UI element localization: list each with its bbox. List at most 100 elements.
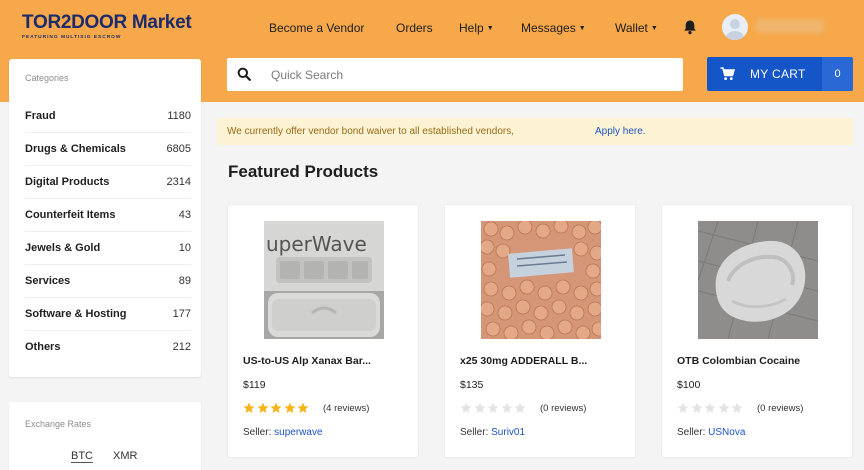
- seller-link[interactable]: superwave: [274, 427, 322, 438]
- category-name: Services: [25, 275, 71, 287]
- product-price: $119: [243, 379, 266, 391]
- vendor-bond-banner: We currently offer vendor bond waiver to…: [217, 118, 853, 145]
- category-item-drugs-chemicals[interactable]: Drugs & Chemicals 6805: [25, 133, 191, 166]
- review-count: (0 reviews): [757, 403, 804, 414]
- star-icon: [474, 402, 485, 413]
- bell-icon[interactable]: [683, 19, 697, 35]
- caret-down-icon: ▼: [578, 25, 586, 32]
- category-item-fraud[interactable]: Fraud 1180: [25, 100, 191, 133]
- cart-label: MY CART: [750, 67, 806, 81]
- category-item-jewels-gold[interactable]: Jewels & Gold 10: [25, 232, 191, 265]
- product-image-cocaine[interactable]: [698, 221, 818, 339]
- product-card[interactable]: uperWave US-to-US Alp Xanax Bar... $119 …: [227, 204, 419, 458]
- category-item-others[interactable]: Others 212: [25, 331, 191, 364]
- category-item-software-hosting[interactable]: Software & Hosting 177: [25, 298, 191, 331]
- product-image-xanax[interactable]: uperWave: [264, 221, 384, 339]
- caret-down-icon: ▼: [486, 25, 494, 32]
- username-blurred[interactable]: [756, 19, 824, 33]
- category-count: 10: [178, 242, 191, 254]
- nav-help[interactable]: Help ▼: [459, 21, 494, 35]
- star-icon: [243, 402, 255, 413]
- rating-stars: [677, 402, 745, 414]
- product-title[interactable]: US-to-US Alp Xanax Bar...: [243, 355, 371, 367]
- category-count: 43: [178, 209, 191, 221]
- featured-products-title: Featured Products: [228, 162, 379, 181]
- nav-orders[interactable]: Orders: [396, 21, 433, 35]
- category-item-digital-products[interactable]: Digital Products 2314: [25, 166, 191, 199]
- star-icon: [270, 402, 282, 413]
- nav-messages[interactable]: Messages ▼: [521, 21, 586, 35]
- nav-messages-label: Messages: [521, 21, 576, 35]
- star-icon: [718, 402, 729, 413]
- product-card[interactable]: x25 30mg ADDERALL B... $135 (0 reviews) …: [444, 204, 636, 458]
- category-count: 6805: [166, 143, 191, 155]
- rating-stars: [460, 402, 528, 414]
- search-input[interactable]: [271, 64, 671, 85]
- apply-here-link[interactable]: Apply here.: [595, 126, 646, 137]
- star-icon: [514, 402, 526, 413]
- exchange-rates-title: Exchange Rates: [25, 419, 92, 429]
- product-title[interactable]: x25 30mg ADDERALL B...: [460, 355, 587, 367]
- seller-label: Seller:: [460, 427, 489, 438]
- category-name: Digital Products: [25, 176, 110, 188]
- avatar-icon[interactable]: [722, 14, 748, 40]
- category-name: Fraud: [25, 110, 56, 122]
- star-icon: [691, 402, 702, 413]
- star-icon: [460, 402, 472, 413]
- product-title[interactable]: OTB Colombian Cocaine: [677, 355, 800, 367]
- nav-become-vendor[interactable]: Become a Vendor: [269, 21, 364, 35]
- seller-label: Seller:: [677, 427, 706, 438]
- star-icon: [257, 402, 268, 413]
- search-bar: [227, 58, 683, 91]
- category-count: 212: [172, 341, 191, 353]
- review-count: (4 reviews): [323, 403, 370, 414]
- banner-text: We currently offer vendor bond waiver to…: [227, 126, 515, 137]
- category-count: 177: [172, 308, 191, 320]
- categories-panel: Categories Fraud 1180 Drugs & Chemicals 68…: [9, 59, 201, 377]
- star-icon: [677, 402, 689, 413]
- product-image-text: uperWave: [266, 232, 367, 256]
- review-count: (0 reviews): [540, 403, 587, 414]
- category-item-services[interactable]: Services 89: [25, 265, 191, 298]
- category-item-counterfeit-items[interactable]: Counterfeit Items 43: [25, 199, 191, 232]
- product-price: $135: [460, 379, 484, 391]
- tab-xmr[interactable]: XMR: [113, 450, 137, 462]
- nav-wallet[interactable]: Wallet ▼: [615, 21, 658, 35]
- seller-link[interactable]: Suriv01: [491, 427, 525, 438]
- categories-title: Categories: [25, 73, 69, 83]
- nav-wallet-label: Wallet: [615, 21, 648, 35]
- category-name: Software & Hosting: [25, 308, 127, 320]
- category-count: 2314: [166, 176, 191, 188]
- star-icon: [487, 402, 499, 413]
- star-icon: [501, 402, 512, 413]
- category-name: Counterfeit Items: [25, 209, 116, 221]
- logo-text: TOR2DOOR Market: [22, 12, 192, 33]
- seller-info: Seller: USNova: [677, 427, 745, 438]
- category-name: Jewels & Gold: [25, 242, 101, 254]
- site-logo[interactable]: TOR2DOOR Market FEATURING MULTISIG ESCRO…: [22, 12, 192, 46]
- seller-info: Seller: superwave: [243, 427, 323, 438]
- product-price: $100: [677, 379, 701, 391]
- category-count: 1180: [167, 110, 191, 122]
- product-image-adderall[interactable]: [481, 221, 601, 339]
- category-count: 89: [178, 275, 191, 287]
- star-icon: [704, 402, 716, 413]
- nav-help-label: Help: [459, 21, 484, 35]
- search-icon[interactable]: [237, 67, 251, 81]
- seller-info: Seller: Suriv01: [460, 427, 525, 438]
- star-icon: [284, 402, 295, 413]
- rating-stars: [243, 402, 311, 414]
- cart-icon: [720, 67, 735, 80]
- star-icon: [297, 402, 309, 413]
- seller-link[interactable]: USNova: [708, 427, 745, 438]
- tab-btc[interactable]: BTC: [71, 450, 93, 463]
- exchange-rates-panel: Exchange Rates BTC XMR: [9, 402, 201, 470]
- seller-label: Seller:: [243, 427, 272, 438]
- category-name: Others: [25, 341, 61, 353]
- logo-tagline: FEATURING MULTISIG ESCROW: [22, 35, 122, 40]
- product-card[interactable]: OTB Colombian Cocaine $100 (0 reviews) S…: [661, 204, 853, 458]
- category-name: Drugs & Chemicals: [25, 143, 126, 155]
- cart-count-badge[interactable]: 0: [822, 57, 853, 91]
- star-icon: [731, 402, 743, 413]
- caret-down-icon: ▼: [650, 25, 658, 32]
